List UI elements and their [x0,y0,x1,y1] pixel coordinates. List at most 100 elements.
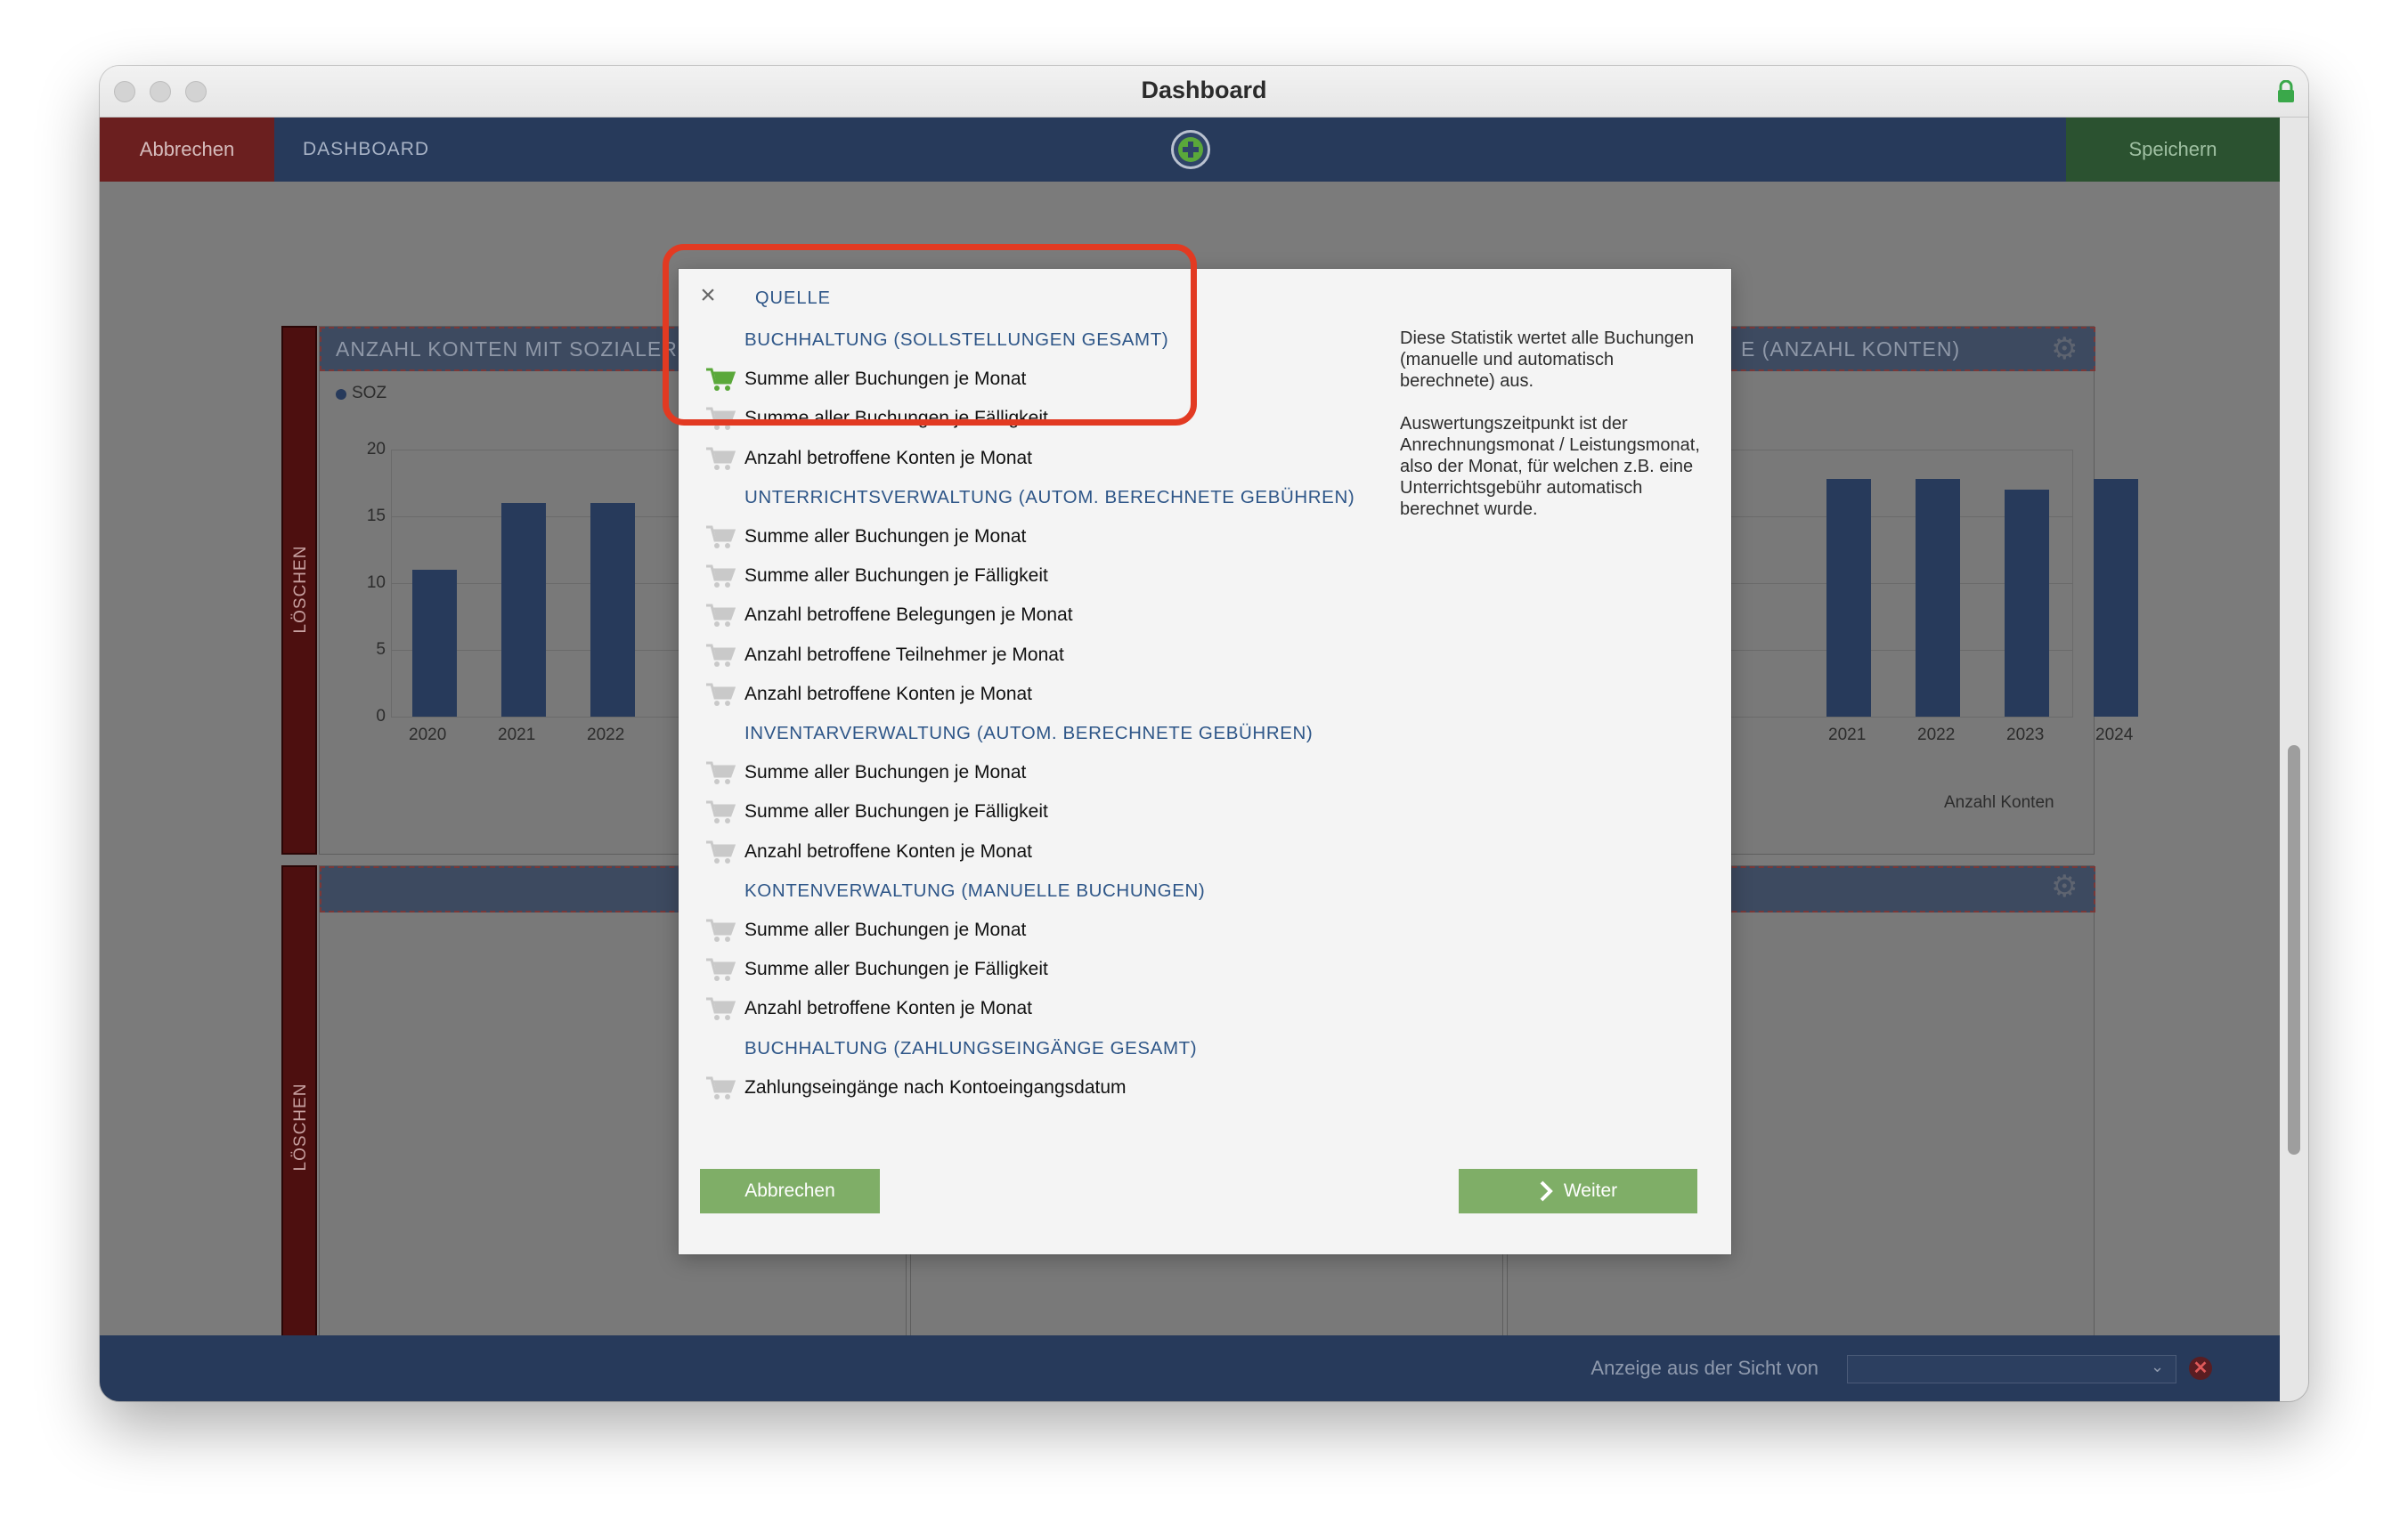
cart-icon [705,564,736,588]
list-item[interactable]: Summe aller Buchungen je Fälligkeit [679,794,1373,833]
y-tick-label: 10 [366,573,386,592]
cart-icon [705,1075,736,1100]
save-button[interactable]: Speichern [2066,118,2280,182]
window-title: Dashboard [1141,77,1267,103]
legend-swatch [336,389,346,400]
y-tick-label: 5 [376,640,386,659]
list-item[interactable]: Anzahl betroffene Teilnehmer je Monat [679,637,1373,677]
list-item-label: Summe aller Buchungen je Fälligkeit [744,959,1048,980]
description-text: Diese Statistik wertet alle Buchungen (m… [1400,328,1695,391]
title-bar: Dashboard [100,66,2308,118]
list-item[interactable]: Summe aller Buchungen je Monat [679,912,1373,952]
view-as-user-label: Anzeige aus der Sicht von Benutzer [1590,1357,1818,1379]
axis-label: Anzahl Konten [1944,793,2054,812]
widget-title-text: E (ANZAHL KONTEN) [1741,337,1961,361]
cart-icon [705,760,736,785]
cart-icon [705,799,736,824]
x-tick-label: 2022 [1917,726,1956,744]
chart-bar[interactable] [590,503,635,717]
description-panel: Diese Statistik wertet alle Buchungen (m… [1400,328,1703,541]
x-tick-label: 2021 [1828,726,1867,744]
chart-bar[interactable] [2094,479,2138,717]
add-widget-button[interactable] [1171,130,1210,169]
cart-icon [705,840,736,864]
cart-icon [705,682,736,707]
list-item[interactable]: Anzahl betroffene Konten je Monat [679,991,1373,1030]
list-item-label: Anzahl betroffene Konten je Monat [744,840,1033,862]
y-tick-label: 0 [376,707,386,726]
list-item-label: Anzahl betroffene Belegungen je Monat [744,604,1073,626]
chart-bar[interactable] [1826,479,1871,717]
list-item-label: Anzahl betroffene Konten je Monat [744,998,1033,1019]
list-item[interactable]: Summe aller Buchungen je Fälligkeit [679,558,1373,597]
y-tick-label: 20 [366,440,386,458]
category-header: BUCHHALTUNG (ZAHLUNGSEINGÄNGE GESAMT) [679,1031,1373,1070]
add-icon [1178,137,1203,162]
highlight-annotation [663,244,1197,426]
list-item-label: Summe aller Buchungen je Monat [744,920,1027,940]
chart-bar[interactable] [412,570,457,717]
category-label: UNTERRICHTSVERWALTUNG (AUTOM. BERECHNETE… [744,486,1355,507]
list-item[interactable]: Summe aller Buchungen je Monat [679,755,1373,794]
delete-row-2-button[interactable]: LÖSCHEN [281,865,317,1391]
list-item-label: Summe aller Buchungen je Fälligkeit [744,801,1048,823]
chevron-down-icon: ⌄ [2151,1358,2165,1375]
list-item-label: Summe aller Buchungen je Monat [744,762,1027,783]
category-header: KONTENVERWALTUNG (MANUELLE BUCHUNGEN) [679,873,1373,912]
list-item-label: Zahlungseingänge nach Kontoeingangsdatum [744,1076,1127,1098]
cart-icon [705,524,736,549]
chart-bar[interactable] [501,503,546,717]
x-tick-label: 2020 [409,726,447,744]
delete-row-1-button[interactable]: LÖSCHEN [281,326,317,855]
x-tick-label: 2021 [498,726,536,744]
category-label: INVENTARVERWALTUNG (AUTOM. BERECHNETE GE… [744,723,1314,743]
lock-icon [2278,80,2294,102]
cart-icon [705,603,736,628]
category-header: INVENTARVERWALTUNG (AUTOM. BERECHNETE GE… [679,716,1373,755]
delete-label: LÖSCHEN [291,545,310,634]
list-item[interactable]: Anzahl betroffene Belegungen je Monat [679,597,1373,637]
dialog-cancel-button[interactable]: Abbrechen [700,1169,880,1213]
cart-icon [705,446,736,471]
gear-icon[interactable]: ⚙ [2051,334,2078,364]
list-item-label: Summe aller Buchungen je Fälligkeit [744,565,1048,587]
cart-icon [705,996,736,1021]
y-axis: 20 15 10 5 0 [355,327,391,856]
x-tick-label: 2024 [2095,726,2134,744]
gear-icon[interactable]: ⚙ [2051,872,2078,902]
clear-user-button[interactable]: ✕ [2189,1357,2212,1380]
list-item-label: Summe aller Buchungen je Monat [744,526,1027,547]
section-label: DASHBOARD [303,139,430,159]
y-tick-label: 15 [366,507,386,525]
x-tick-label: 2023 [2006,726,2045,744]
cart-icon [705,918,736,943]
list-item[interactable]: Summe aller Buchungen je Monat [679,519,1373,558]
scrollbar-thumb[interactable] [2288,745,2300,1155]
list-item[interactable]: Anzahl betroffene Konten je Monat [679,441,1373,480]
user-select[interactable]: ⌄ [1847,1355,2176,1383]
category-label: BUCHHALTUNG (ZAHLUNGSEINGÄNGE GESAMT) [744,1037,1198,1058]
list-item[interactable]: Anzahl betroffene Konten je Monat [679,677,1373,716]
list-item-label: Anzahl betroffene Konten je Monat [744,683,1033,704]
delete-label: LÖSCHEN [291,1083,310,1172]
category-label: KONTENVERWALTUNG (MANUELLE BUCHUNGEN) [744,880,1206,901]
cart-icon [705,957,736,982]
category-header: UNTERRICHTSVERWALTUNG (AUTOM. BERECHNETE… [679,480,1373,519]
app-toolbar: Abbrechen DASHBOARD Speichern [100,118,2280,182]
list-item-label: Anzahl betroffene Teilnehmer je Monat [744,644,1064,665]
x-tick-label: 2022 [587,726,625,744]
list-item[interactable]: Zahlungseingänge nach Kontoeingangsdatum [679,1070,1373,1109]
next-button[interactable]: Weiter [1459,1169,1697,1213]
list-item[interactable]: Anzahl betroffene Konten je Monat [679,834,1373,873]
next-button-label: Weiter [1563,1180,1618,1201]
chart-bar[interactable] [2005,490,2049,717]
list-item[interactable]: Summe aller Buchungen je Fälligkeit [679,952,1373,991]
description-text: Auswertungszeitpunkt ist der Anrechnungs… [1400,414,1700,519]
chart-bar[interactable] [1916,479,1960,717]
source-list: BUCHHALTUNG (SOLLSTELLUNGEN GESAMT) Summe… [679,322,1373,1123]
chevron-right-icon [1540,1180,1553,1202]
cancel-button[interactable]: Abbrechen [100,118,274,182]
list-item-label: Anzahl betroffene Konten je Monat [744,447,1033,468]
cart-icon [705,643,736,668]
status-bar: Anzeige aus der Sicht von Benutzer ⌄ ✕ [100,1335,2280,1401]
